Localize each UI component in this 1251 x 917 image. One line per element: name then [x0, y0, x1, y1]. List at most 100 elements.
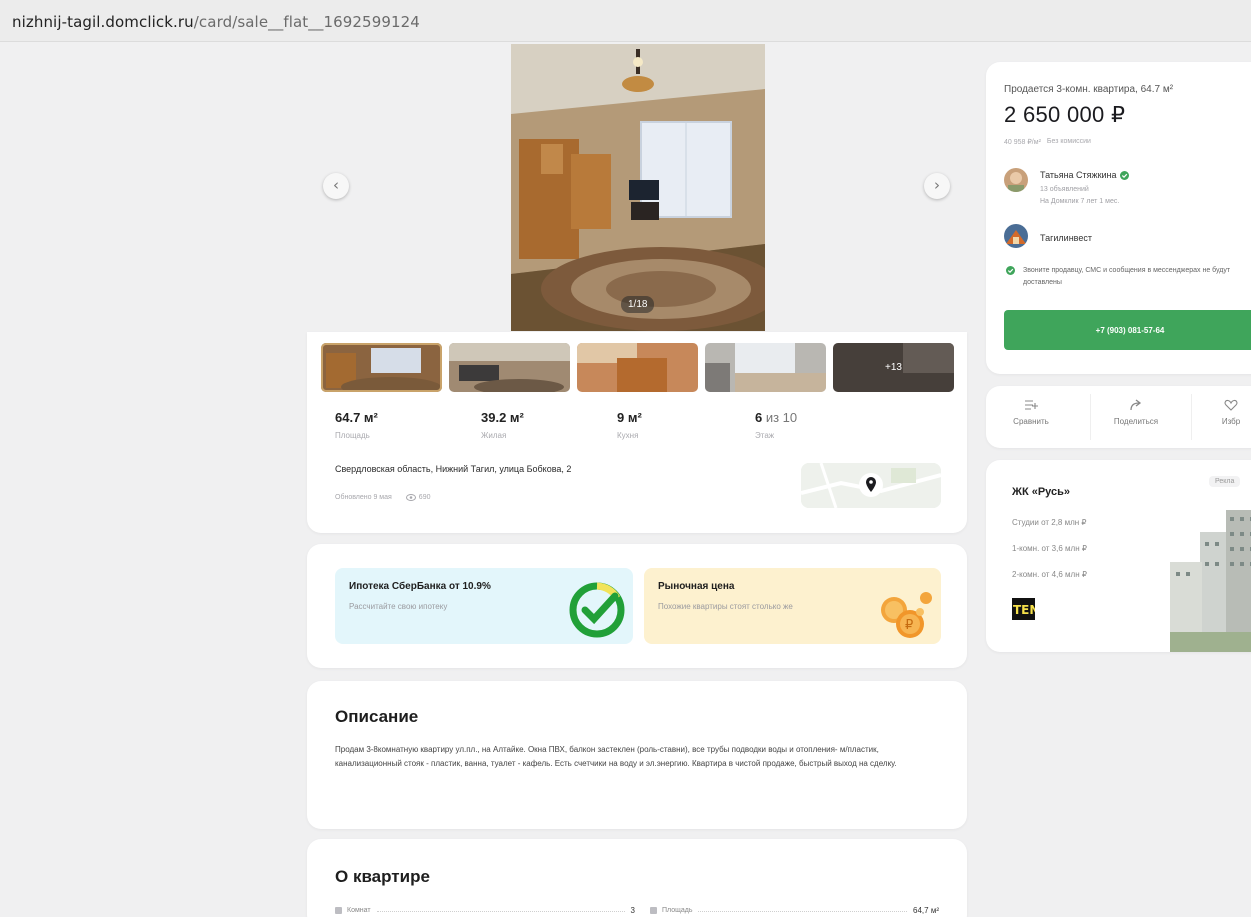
heart-icon [1224, 399, 1238, 411]
detail-row-rooms: Комнат 3 [335, 906, 635, 915]
stat-floor-label: Этаж [755, 431, 775, 440]
stat-kitchen: 9 м² Кухня [617, 410, 642, 440]
call-seller-button[interactable]: +7 (903) 081-57-64 [1004, 310, 1251, 350]
door-icon [335, 907, 342, 914]
eye-icon [405, 494, 416, 501]
ad-offer-1room: 1-комн. от 3,6 млн ₽ [1012, 544, 1087, 553]
map-preview[interactable] [801, 463, 941, 508]
coins-icon: ₽ [881, 592, 932, 638]
price-details: 40 958 ₽/м² Без комиссии [1004, 138, 1091, 146]
browser-address-bar[interactable]: nizhnij-tagil.domclick.ru/card/sale__fla… [0, 0, 1251, 42]
market-price-banner[interactable]: Рыночная цена Похожие квартиры стоят сто… [644, 568, 941, 644]
stat-floor: 6 из 10 Этаж [755, 410, 797, 440]
ad-offer-2room: 2-комн. от 4,6 млн ₽ [1012, 570, 1087, 579]
stat-area: 64.7 м² Площадь [335, 410, 378, 440]
stat-living-value: 39.2 м² [481, 410, 524, 425]
url-domain: nizhnij-tagil.domclick.ru [12, 13, 194, 31]
verified-icon [1119, 170, 1129, 180]
listing-info-card: +13 64.7 м² Площадь 39.2 м² Жилая 9 м² К… [307, 332, 967, 533]
agency-logo [1004, 224, 1028, 248]
divider [1191, 394, 1192, 440]
share-label: Поделиться [1113, 417, 1159, 426]
detail-value: 64,7 м² [913, 906, 939, 915]
views-count: 690 [418, 494, 431, 501]
ad-tag: Рекла [1209, 476, 1241, 487]
thumbnail-strip: +13 [321, 343, 954, 392]
price-per-meter: 40 958 ₽/м² [1004, 139, 1041, 146]
listing-meta: Обновлено 9 мая 690 [335, 494, 430, 501]
market-price-subtitle: Похожие квартиры стоят столько же [658, 602, 793, 611]
url-text[interactable]: nizhnij-tagil.domclick.ru/card/sale__fla… [12, 13, 420, 31]
description-card: Описание Продам 3-8комнатную квартиру ул… [307, 681, 967, 829]
main-photo[interactable]: 1/18 [511, 44, 765, 331]
room-photo [511, 44, 765, 331]
description-heading: Описание [335, 707, 419, 726]
price: 2 650 000 ₽ [1004, 102, 1126, 127]
stat-living-label: Жилая [481, 431, 507, 440]
ad-title: ЖК «Русь» [1012, 486, 1071, 498]
promo-card: Ипотека СберБанка от 10.9% Рассчитайте с… [307, 544, 967, 668]
sber-mortgage-subtitle: Рассчитайте свою ипотеку [349, 602, 448, 611]
thumbnail-more[interactable]: +13 [833, 343, 954, 392]
compare-icon [1025, 400, 1038, 410]
description-text: Продам 3-8комнатную квартиру ул.пл., на … [335, 745, 897, 768]
compare-button[interactable]: Сравнить [996, 399, 1066, 426]
favorite-button[interactable]: Избр [1196, 399, 1251, 426]
ad-offer-studio: Студии от 2,8 млн ₽ [1012, 518, 1087, 527]
building-illustration [1170, 510, 1251, 652]
thumbnail-3[interactable] [577, 343, 698, 392]
address: Свердловская область, Нижний Тагил, улиц… [335, 464, 572, 474]
chevron-left-icon: ‹ [333, 176, 339, 194]
divider [1090, 394, 1091, 440]
dotted-leader [376, 911, 625, 912]
seller-avatar [1004, 168, 1028, 192]
views: 690 [405, 494, 431, 501]
thumbnail-2[interactable] [449, 343, 570, 392]
offer-title: Продается 3-комн. квартира, 64.7 м² [1004, 84, 1174, 95]
favorite-label: Избр [1221, 417, 1241, 426]
chevron-right-icon: › [934, 176, 940, 194]
share-button[interactable]: Поделиться [1101, 399, 1171, 426]
thumbnail-1[interactable] [321, 343, 442, 392]
contact-notice: Звоните продавцу, СМС и сообщения в месс… [1006, 265, 1243, 289]
stat-floor-total: из 10 [762, 410, 798, 425]
contact-notice-text: Звоните продавцу, СМС и сообщения в месс… [1023, 267, 1231, 286]
sber-mortgage-banner[interactable]: Ипотека СберБанка от 10.9% Рассчитайте с… [335, 568, 633, 644]
seller-name-row: Татьяна Стяжкина [1040, 170, 1129, 180]
gallery-prev-button[interactable]: ‹ [323, 173, 349, 199]
advertisement-card[interactable]: Рекла ЖК «Русь» Студии от 2,8 млн ₽ 1-ко… [986, 460, 1251, 652]
detail-value: 3 [630, 906, 635, 915]
stat-area-value: 64.7 м² [335, 410, 378, 425]
check-shield-icon [1006, 266, 1015, 275]
ten-logo-text: TEN [1013, 603, 1035, 617]
agency-name: Тагилинвест [1040, 233, 1092, 243]
thumbnail-4[interactable] [705, 343, 826, 392]
stat-kitchen-label: Кухня [617, 431, 639, 440]
apartment-stats: 64.7 м² Площадь 39.2 м² Жилая 9 м² Кухня… [335, 410, 835, 450]
photo-counter: 1/18 [621, 296, 655, 313]
stat-living: 39.2 м² Жилая [481, 410, 524, 440]
gallery-next-button[interactable]: › [924, 173, 950, 199]
url-path: /card/sale__flat__1692599124 [193, 13, 420, 31]
dotted-leader [698, 911, 908, 912]
ten-developer-logo: TEN [1012, 598, 1039, 620]
stat-kitchen-value: 9 м² [617, 410, 642, 425]
seller-ads-count: 13 объявлений [1040, 186, 1089, 193]
detail-row-area: Площадь 64,7 м² [650, 906, 939, 915]
sberbank-logo-icon [569, 582, 625, 638]
map-pin-icon [859, 473, 883, 497]
photo-gallery: 1/18 ‹ › [307, 44, 967, 332]
detail-label: Комнат [347, 907, 371, 914]
updated-date: Обновлено 9 мая [335, 494, 392, 501]
commission: Без комиссии [1046, 138, 1091, 145]
more-photos-count: +13 [833, 343, 954, 392]
price-card: Продается 3-комн. квартира, 64.7 м² 2 65… [986, 62, 1251, 374]
apartment-details-card: О квартире Комнат 3 Площадь 64,7 м² [307, 839, 967, 917]
area-icon [650, 907, 657, 914]
stat-area-label: Площадь [335, 431, 370, 440]
share-arrow-icon [1130, 399, 1142, 411]
svg-text:₽: ₽ [905, 618, 913, 633]
seller-since: На Домклик 7 лет 1 мес. [1040, 198, 1120, 205]
seller-name: Татьяна Стяжкина [1040, 170, 1117, 180]
actions-card: Сравнить Поделиться Избр [986, 386, 1251, 448]
